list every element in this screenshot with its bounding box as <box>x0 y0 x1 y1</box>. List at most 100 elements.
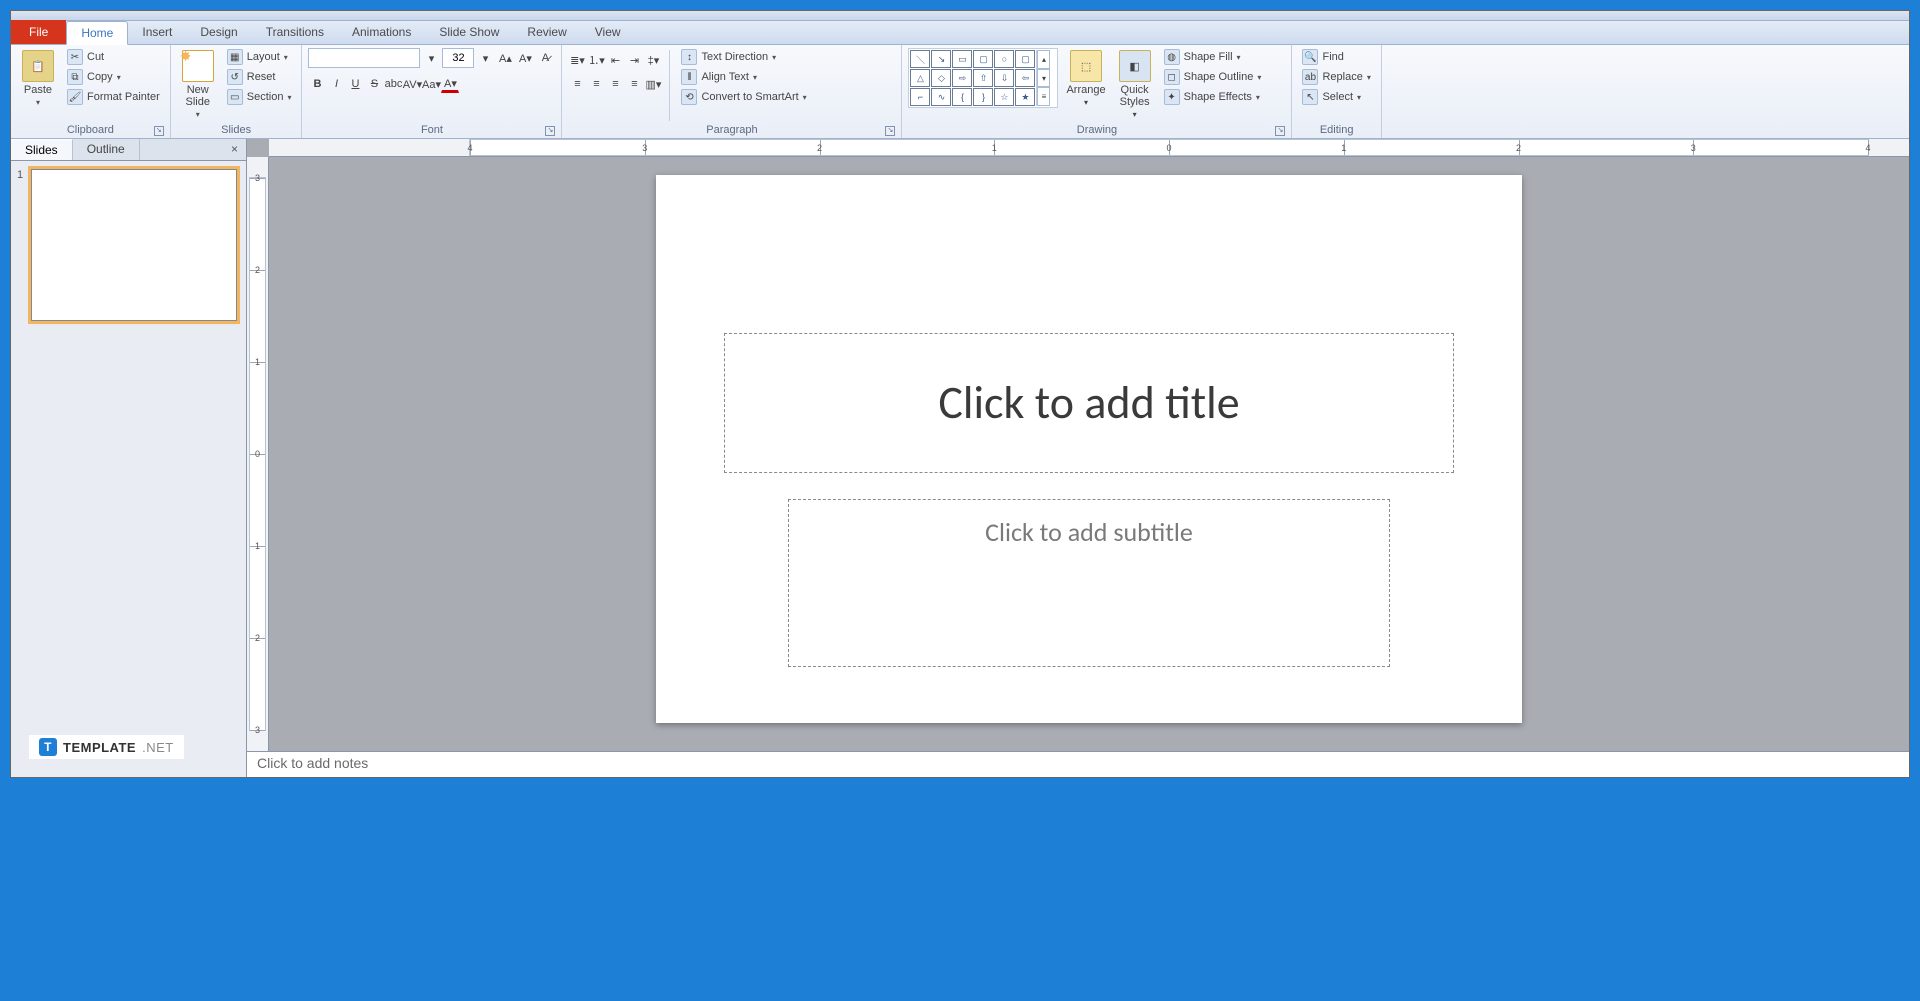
find-button[interactable]: 🔍Find <box>1298 48 1374 66</box>
title-placeholder[interactable]: Click to add title <box>724 333 1454 473</box>
shape-leftarrow-icon[interactable]: ⇦ <box>1015 69 1035 87</box>
paste-button[interactable]: 📋 Paste ▾ <box>17 48 59 109</box>
section-button[interactable]: ▭Section <box>223 88 296 106</box>
underline-button[interactable]: U <box>346 75 364 93</box>
tab-slideshow[interactable]: Slide Show <box>425 20 513 44</box>
slide-canvas-area[interactable]: Click to add title Click to add subtitle <box>269 157 1909 751</box>
slide-thumbnail[interactable] <box>31 169 237 321</box>
font-launcher[interactable]: ↘ <box>545 126 555 136</box>
paragraph-launcher[interactable]: ↘ <box>885 126 895 136</box>
clear-formatting-button[interactable]: A̷ <box>536 49 554 67</box>
shape-oval-icon[interactable]: ○ <box>994 50 1014 68</box>
shape-rounded-icon[interactable]: ▢ <box>1015 50 1035 68</box>
align-left-button[interactable]: ≡ <box>568 75 586 93</box>
quick-styles-button[interactable]: ◧ Quick Styles ▾ <box>1114 48 1156 121</box>
bullets-button[interactable]: ≣▾ <box>568 51 586 69</box>
shapes-more-icon[interactable]: ≡ <box>1037 87 1050 106</box>
change-case-button[interactable]: Aa▾ <box>422 75 440 93</box>
font-name-input[interactable] <box>308 48 420 68</box>
pane-close-button[interactable]: × <box>223 139 246 160</box>
shape-brace2-icon[interactable]: } <box>973 88 993 106</box>
tab-transitions[interactable]: Transitions <box>252 20 338 44</box>
subtitle-placeholder-text: Click to add subtitle <box>985 516 1193 548</box>
tab-design[interactable]: Design <box>186 20 251 44</box>
text-shadow-button[interactable]: abc <box>384 75 402 93</box>
shape-outline-icon: ◻ <box>1164 69 1180 85</box>
format-painter-button[interactable]: 🖌Format Painter <box>63 88 164 106</box>
paste-dropdown-icon: ▾ <box>36 98 40 107</box>
tab-home[interactable]: Home <box>66 21 128 45</box>
cut-button[interactable]: ✂Cut <box>63 48 164 66</box>
subtitle-placeholder[interactable]: Click to add subtitle <box>788 499 1390 667</box>
numbering-button[interactable]: ⒈▾ <box>587 51 605 69</box>
shape-rightarrow-icon[interactable]: ⇨ <box>952 69 972 87</box>
shape-triangle-icon[interactable]: △ <box>910 69 930 87</box>
shape-connector-icon[interactable]: ⌐ <box>910 88 930 106</box>
tab-view[interactable]: View <box>581 20 635 44</box>
editing-group-label: Editing <box>1320 124 1354 136</box>
shape-uparrow-icon[interactable]: ⇧ <box>973 69 993 87</box>
font-color-button[interactable]: A▾ <box>441 75 459 93</box>
decrease-indent-button[interactable]: ⇤ <box>606 51 624 69</box>
shape-downarrow-icon[interactable]: ⇩ <box>994 69 1014 87</box>
shape-star-icon[interactable]: ☆ <box>994 88 1014 106</box>
italic-button[interactable]: I <box>327 75 345 93</box>
grow-font-button[interactable]: A▴ <box>496 49 514 67</box>
line-spacing-button[interactable]: ‡▾ <box>644 51 662 69</box>
columns-button[interactable]: ▥▾ <box>644 75 662 93</box>
justify-button[interactable]: ≡ <box>625 75 643 93</box>
shape-fill-button[interactable]: ◍Shape Fill <box>1160 48 1266 66</box>
clipboard-launcher[interactable]: ↘ <box>154 126 164 136</box>
font-size-input[interactable] <box>442 48 474 68</box>
replace-button[interactable]: abReplace <box>1298 68 1374 86</box>
font-name-dropdown[interactable]: ▾ <box>422 49 440 67</box>
shapes-gallery[interactable]: ＼ ↘ ▭ ▢ ○ ▢ ▴▾≡ △ ◇ ⇨ ⇧ ⇩ ⇦ ⌐ ∿ { } <box>908 48 1058 108</box>
tab-review[interactable]: Review <box>513 20 580 44</box>
shape-arrow-icon[interactable]: ↘ <box>931 50 951 68</box>
shapes-down-icon[interactable]: ▾ <box>1037 69 1050 88</box>
shape-diamond-icon[interactable]: ◇ <box>931 69 951 87</box>
pane-tab-outline[interactable]: Outline <box>73 139 140 160</box>
group-drawing: ＼ ↘ ▭ ▢ ○ ▢ ▴▾≡ △ ◇ ⇨ ⇧ ⇩ ⇦ ⌐ ∿ { } <box>902 45 1292 138</box>
bold-button[interactable]: B <box>308 75 326 93</box>
shape-brace-icon[interactable]: { <box>952 88 972 106</box>
shapes-up-icon[interactable]: ▴ <box>1037 50 1050 69</box>
layout-button[interactable]: ▦Layout <box>223 48 296 66</box>
drawing-group-label: Drawing <box>1077 124 1117 136</box>
horizontal-ruler[interactable]: 432101234 <box>269 139 1909 157</box>
shapes-scroll[interactable]: ▴▾≡ <box>1036 50 1050 106</box>
character-spacing-button[interactable]: AV▾ <box>403 75 421 93</box>
powerpoint-window: File Home Insert Design Transitions Anim… <box>10 10 1910 778</box>
shape-line-icon[interactable]: ＼ <box>910 50 930 68</box>
arrange-button[interactable]: ⬚ Arrange ▾ <box>1062 48 1109 109</box>
shape-rect-icon[interactable]: ▭ <box>952 50 972 68</box>
text-direction-button[interactable]: ↕Text Direction <box>677 48 810 66</box>
shape-star5-icon[interactable]: ★ <box>1015 88 1035 106</box>
tab-animations[interactable]: Animations <box>338 20 425 44</box>
shape-effects-button[interactable]: ✦Shape Effects <box>1160 88 1266 106</box>
copy-button[interactable]: ⧉Copy <box>63 68 164 86</box>
shrink-font-button[interactable]: A▾ <box>516 49 534 67</box>
align-center-button[interactable]: ≡ <box>587 75 605 93</box>
notes-pane[interactable]: Click to add notes <box>247 751 1909 777</box>
shape-curve-icon[interactable]: ∿ <box>931 88 951 106</box>
new-slide-button[interactable]: ✸ New Slide ▾ <box>177 48 219 121</box>
file-tab[interactable]: File <box>11 20 66 44</box>
slide[interactable]: Click to add title Click to add subtitle <box>656 175 1522 723</box>
strikethrough-button[interactable]: S <box>365 75 383 93</box>
convert-smartart-button[interactable]: ⟲Convert to SmartArt <box>677 88 810 106</box>
increase-indent-button[interactable]: ⇥ <box>625 51 643 69</box>
align-right-button[interactable]: ≡ <box>606 75 624 93</box>
drawing-launcher[interactable]: ↘ <box>1275 126 1285 136</box>
tab-insert[interactable]: Insert <box>128 20 186 44</box>
select-icon: ↖ <box>1302 89 1318 105</box>
pane-tab-slides[interactable]: Slides <box>11 139 73 160</box>
align-text-button[interactable]: ⫴Align Text <box>677 68 810 86</box>
font-size-dropdown[interactable]: ▾ <box>476 49 494 67</box>
vertical-ruler[interactable]: 3210123 <box>247 157 269 751</box>
shape-roundrect-icon[interactable]: ▢ <box>973 50 993 68</box>
shape-outline-button[interactable]: ◻Shape Outline <box>1160 68 1266 86</box>
select-button[interactable]: ↖Select <box>1298 88 1374 106</box>
reset-button[interactable]: ↺Reset <box>223 68 296 86</box>
font-group-label: Font <box>421 124 443 136</box>
